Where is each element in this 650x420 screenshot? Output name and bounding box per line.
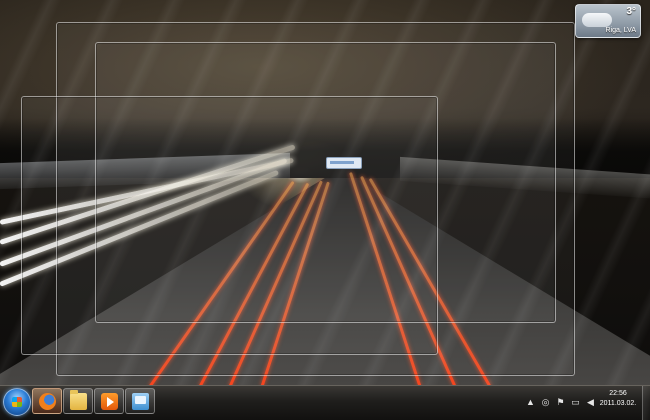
firefox-icon — [39, 393, 56, 410]
clock-time: 22:56 — [609, 390, 627, 397]
show-hidden-icons-arrow[interactable]: ▲ — [525, 397, 536, 408]
clock-date: 2011.03.02. — [599, 400, 637, 407]
cloud-icon — [582, 13, 612, 27]
show-desktop-button[interactable] — [642, 386, 650, 420]
taskbar-remote-desktop-button[interactable] — [125, 388, 155, 414]
thumbnail-bar — [330, 161, 354, 164]
system-clock[interactable]: 22:56 2011.03.02. — [596, 389, 640, 409]
notification-area: ▲ ◎ ⚑ ▭ ◀ — [525, 394, 596, 410]
remote-desktop-icon — [132, 393, 149, 410]
action-center-icon[interactable]: ⚑ — [555, 397, 566, 408]
peek-window-outline[interactable] — [21, 96, 438, 355]
volume-icon[interactable]: ◀ — [585, 397, 596, 408]
display-icon[interactable]: ▭ — [570, 397, 581, 408]
window-thumbnail[interactable] — [326, 157, 362, 169]
media-player-icon — [101, 393, 118, 410]
taskbar: ▲ ◎ ⚑ ▭ ◀ 22:56 2011.03.02. — [0, 385, 650, 420]
taskbar-firefox-button[interactable] — [32, 388, 62, 414]
windows-logo-icon — [12, 397, 22, 407]
weather-gadget[interactable]: 3° Riga, LVA — [575, 4, 641, 38]
desktop[interactable]: 3° Riga, LVA — [0, 0, 650, 385]
taskbar-explorer-button[interactable] — [63, 388, 93, 414]
folder-icon — [70, 390, 87, 410]
weather-location: Riga, LVA — [605, 27, 636, 34]
weather-temperature: 3° — [626, 6, 636, 17]
taskbar-media-player-button[interactable] — [94, 388, 124, 414]
start-button[interactable] — [3, 388, 31, 416]
network-icon[interactable]: ◎ — [540, 397, 551, 408]
